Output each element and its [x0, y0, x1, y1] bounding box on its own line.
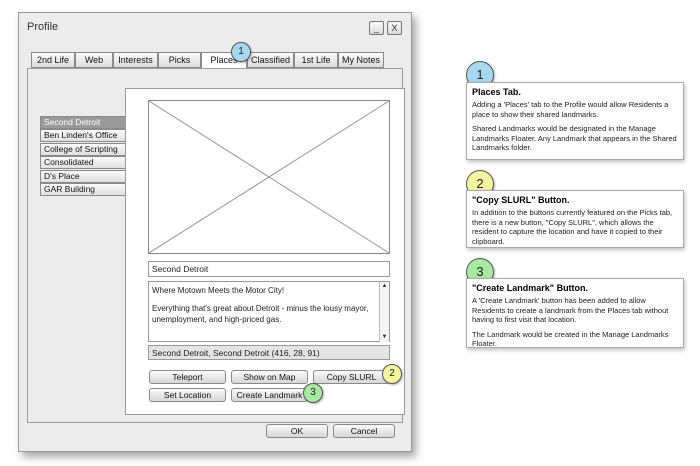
description-line-2: Everything that's great about Detroit - … — [152, 304, 369, 324]
image-placeholder-cross-icon — [149, 101, 389, 253]
scroll-up-icon[interactable]: ▲ — [380, 282, 389, 291]
ok-button[interactable]: OK — [266, 424, 328, 438]
tab-2nd-life[interactable]: 2nd Life — [31, 52, 75, 68]
note-3-body: A 'Create Landmark' button has been adde… — [472, 296, 677, 349]
place-location-field: Second Detroit, Second Detroit (416, 28,… — [148, 345, 390, 360]
callout-2: 2 — [382, 364, 402, 384]
note-1-paragraph-2: Shared Landmarks would be designated in … — [472, 124, 677, 152]
window-title: Profile — [27, 21, 59, 33]
cancel-button[interactable]: Cancel — [333, 424, 395, 438]
copy-slurl-button[interactable]: Copy SLURL — [313, 370, 390, 384]
note-3-title: "Create Landmark" Button. — [472, 283, 589, 293]
tab-picks[interactable]: Picks — [158, 52, 201, 68]
minimize-button[interactable]: _ — [369, 21, 384, 35]
tab-classified[interactable]: Classified — [247, 52, 294, 68]
tab-1st-life[interactable]: 1st Life — [294, 52, 338, 68]
place-description-field[interactable]: Where Motown Meets the Motor City! Every… — [148, 281, 390, 342]
set-location-button[interactable]: Set Location — [149, 388, 226, 402]
callout-3: 3 — [303, 383, 323, 403]
scroll-down-icon[interactable]: ▼ — [380, 333, 389, 342]
note-2-title: "Copy SLURL" Button. — [472, 195, 570, 205]
teleport-button[interactable]: Teleport — [149, 370, 226, 384]
note-1-paragraph-1: Adding a 'Places' tab to the Profile wou… — [472, 100, 669, 119]
note-card-1: Places Tab. Adding a 'Places' tab to the… — [466, 82, 684, 160]
description-text: Where Motown Meets the Motor City! Every… — [152, 285, 378, 325]
note-2-body: In addition to the buttons currently fea… — [472, 208, 673, 246]
description-line-1: Where Motown Meets the Motor City! — [152, 286, 285, 295]
note-card-3: "Create Landmark" Button. A 'Create Land… — [466, 278, 684, 348]
note-3-paragraph-2: The Landmark would be created in the Man… — [472, 329, 669, 349]
tab-web[interactable]: Web — [75, 52, 113, 68]
tab-my-notes[interactable]: My Notes — [338, 52, 384, 68]
description-scrollbar[interactable]: ▲ ▼ — [379, 282, 389, 342]
note-3-paragraph-1: A 'Create Landmark' button has been adde… — [472, 296, 669, 324]
create-landmark-button[interactable]: Create Landmark — [231, 388, 308, 402]
note-1-body: Adding a 'Places' tab to the Profile wou… — [472, 100, 677, 153]
callout-1: 1 — [231, 42, 251, 62]
place-name-field[interactable]: Second Detroit — [148, 261, 390, 277]
place-image-placeholder — [148, 100, 390, 254]
note-card-2: "Copy SLURL" Button. In addition to the … — [466, 190, 684, 248]
note-1-title: Places Tab. — [472, 87, 521, 97]
show-on-map-button[interactable]: Show on Map — [231, 370, 308, 384]
close-button[interactable]: X — [387, 21, 402, 35]
tab-interests[interactable]: Interests — [113, 52, 158, 68]
